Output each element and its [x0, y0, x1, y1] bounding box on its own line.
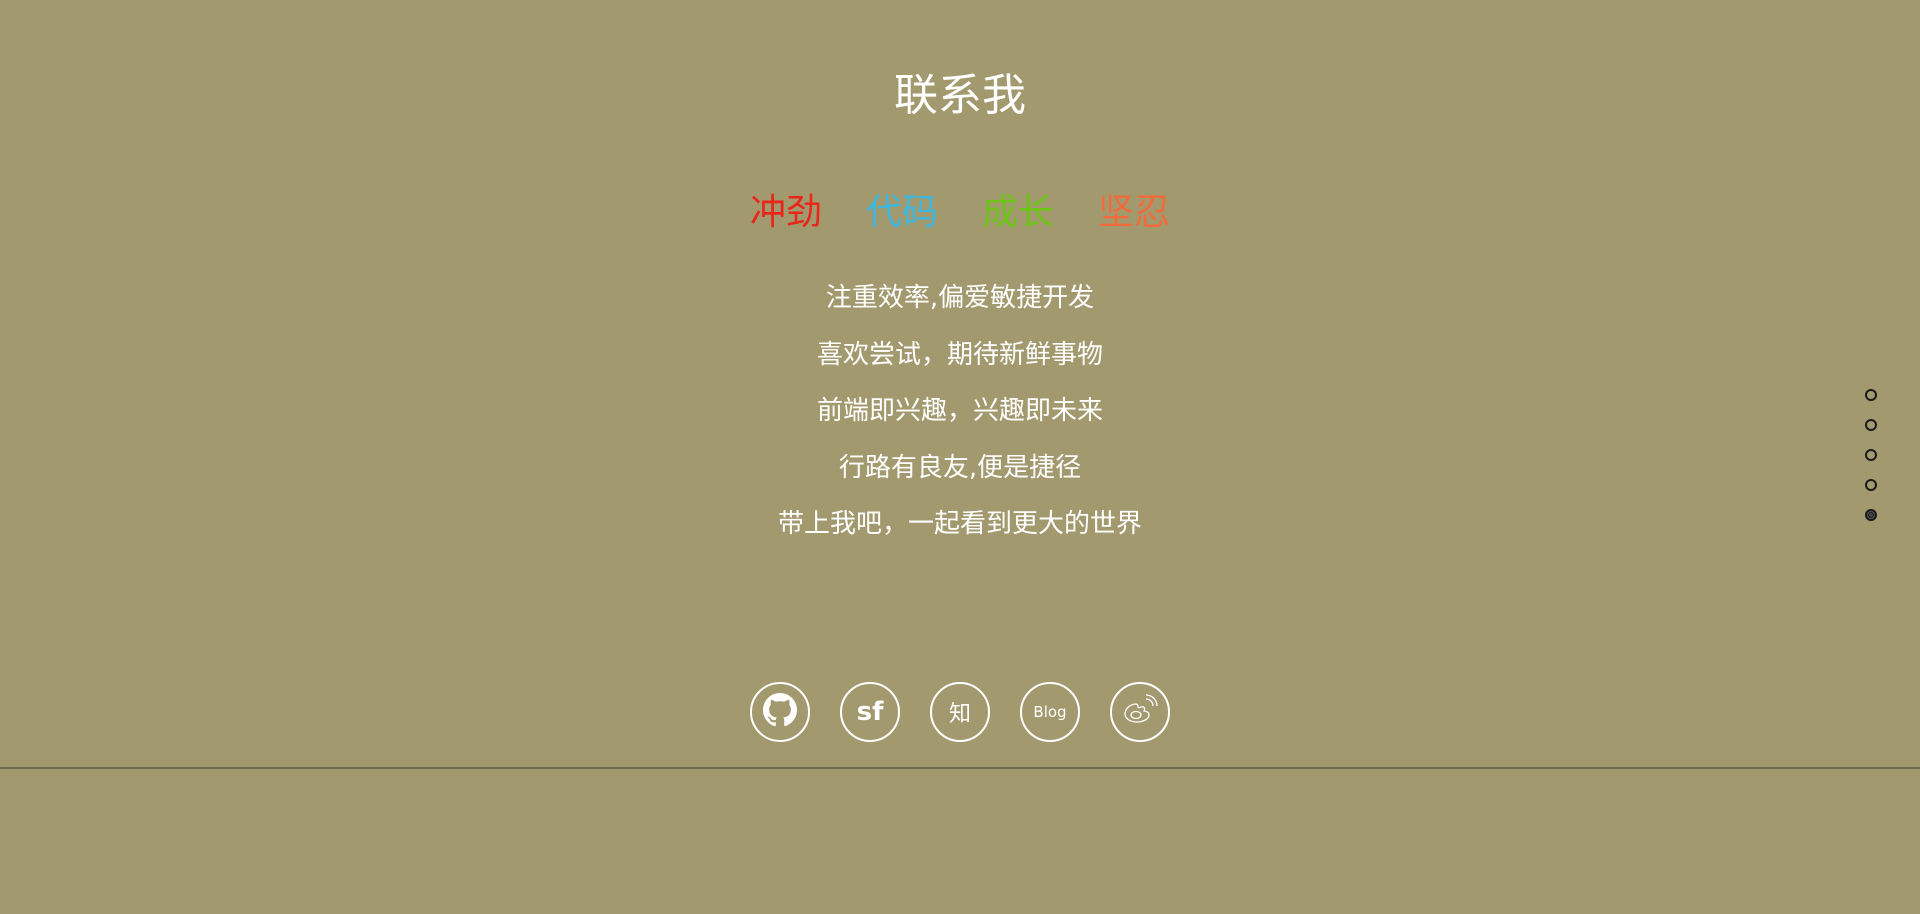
github-icon: [763, 693, 797, 731]
motto-list: 注重效率,偏爱敏捷开发 喜欢尝试，期待新鲜事物 前端即兴趣，兴趣即未来 行路有良…: [0, 270, 1920, 553]
footer-divider: [0, 767, 1920, 769]
keywords-row: 冲劲 代码 成长 坚忍: [0, 188, 1920, 238]
page-title: 联系我: [894, 70, 1026, 121]
weibo-icon: [1122, 694, 1158, 730]
nav-dot-4[interactable]: [1865, 479, 1877, 491]
keyword-chongjin: 冲劲: [749, 192, 822, 233]
social-links: sf 知 Blog: [0, 682, 1920, 742]
nav-dot-2[interactable]: [1865, 419, 1877, 431]
motto-line: 喜欢尝试，期待新鲜事物: [816, 339, 1103, 370]
blog-link[interactable]: Blog: [1020, 682, 1080, 742]
motto-line: 前端即兴趣，兴趣即未来: [816, 396, 1103, 426]
motto-line: 带上我吧，一起看到更大的世界: [777, 509, 1142, 539]
weibo-link[interactable]: [1110, 682, 1170, 742]
segmentfault-link[interactable]: sf: [840, 682, 900, 742]
contact-page: 联系我 冲劲 代码 成长 坚忍 注重效率,偏爱敏捷开发 喜欢尝试，期待新鲜事物 …: [0, 0, 1920, 914]
nav-dot-5-active[interactable]: [1865, 509, 1877, 521]
segmentfault-icon: sf: [856, 697, 884, 727]
motto-line: 行路有良友,便是捷径: [838, 452, 1082, 483]
zhihu-link[interactable]: 知: [930, 682, 990, 742]
keyword-jianren: 坚忍: [1098, 192, 1171, 233]
keyword-chengzhang: 成长: [982, 192, 1055, 233]
motto-line: 注重效率,偏爱敏捷开发: [825, 283, 1095, 313]
keyword-daima: 代码: [865, 192, 938, 233]
zhihu-icon: 知: [948, 702, 971, 727]
nav-dot-1[interactable]: [1865, 389, 1877, 401]
nav-dot-3[interactable]: [1865, 449, 1877, 461]
blog-icon: Blog: [1033, 703, 1067, 721]
section-nav: [1865, 389, 1879, 539]
github-link[interactable]: [750, 682, 810, 742]
